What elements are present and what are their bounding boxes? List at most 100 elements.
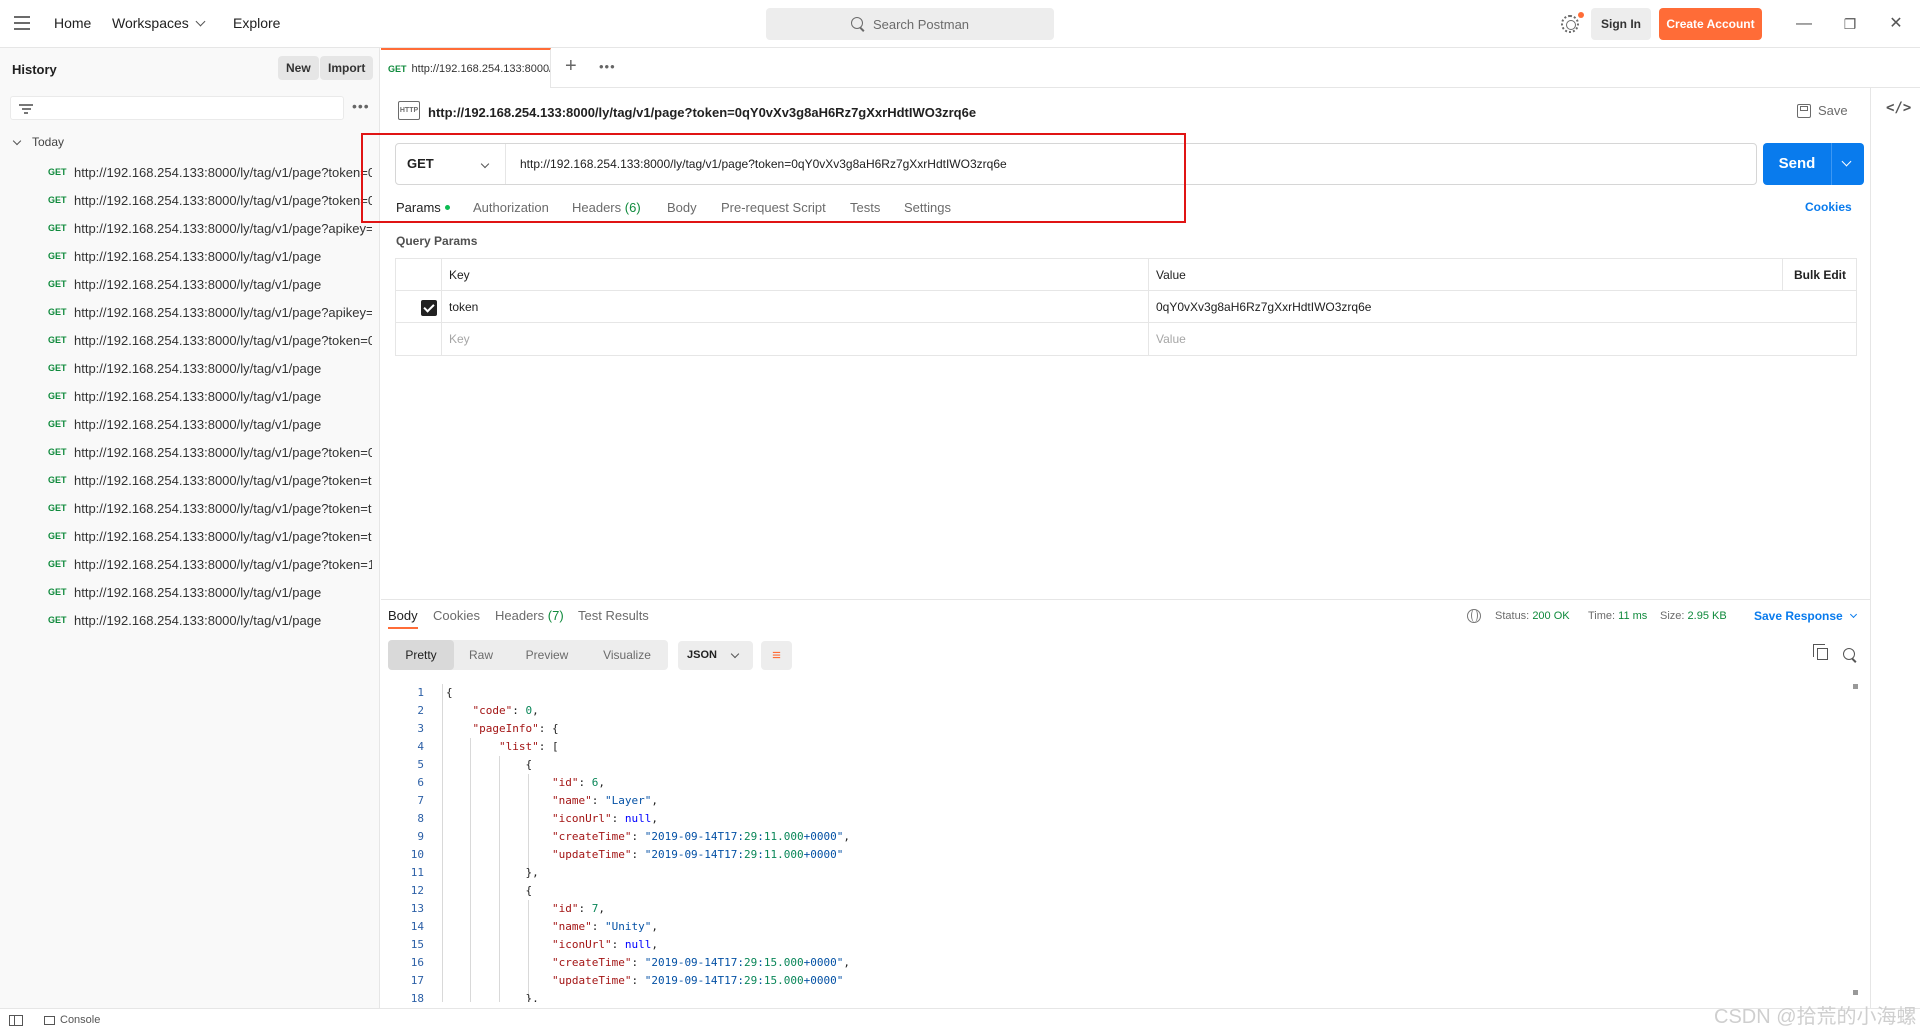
save-response-label: Save Response <box>1754 609 1843 623</box>
response-time[interactable]: Time: 11 ms <box>1588 610 1647 622</box>
history-list: GET http://192.168.254.133:8000/ly/tag/v1… <box>0 158 372 634</box>
tab-body[interactable]: Body <box>667 200 697 215</box>
save-button[interactable]: Save <box>1797 103 1848 118</box>
search-icon[interactable] <box>1843 648 1857 662</box>
send-options-chevron-icon[interactable] <box>1841 156 1852 167</box>
postman-window: Home Workspaces Explore Search Postman S… <box>0 0 1920 1032</box>
response-tab-headers[interactable]: Headers (7) <box>495 608 564 623</box>
format-visualize[interactable]: Visualize <box>586 640 668 670</box>
request-tab[interactable]: GET http://192.168.254.133:8000/ly/tag/v… <box>381 48 551 88</box>
bulk-edit-button[interactable]: Bulk Edit <box>1782 259 1846 291</box>
tab-pre-request-script[interactable]: Pre-request Script <box>721 200 826 215</box>
console-button[interactable]: Console <box>44 1014 100 1026</box>
new-tab-plus-icon[interactable]: + <box>565 55 577 78</box>
hamburger-menu-icon[interactable] <box>14 16 30 30</box>
code-text: "code": 0, <box>472 704 539 717</box>
history-item[interactable]: GET http://192.168.254.133:8000/ly/tag/v1… <box>0 214 372 242</box>
tab-authorization[interactable]: Authorization <box>473 200 549 215</box>
param-key-cell[interactable]: token <box>441 291 478 323</box>
code-text: "id": 6, <box>551 776 605 789</box>
sign-in-button[interactable]: Sign In <box>1591 8 1651 40</box>
response-divider[interactable] <box>381 599 1870 600</box>
response-body-editor[interactable]: 1{2 "code": 0, 3 "pageInfo": {4 "list": [… <box>388 684 1850 1002</box>
new-value-input[interactable]: Value <box>1148 323 1186 355</box>
code-line: 9 "createTime": "2019-09-14T17:29:11.000… <box>388 828 1850 846</box>
new-button[interactable]: New <box>278 56 319 80</box>
line-number: 16 <box>410 956 424 969</box>
editor-scrollbar[interactable] <box>1853 684 1858 996</box>
line-number: 5 <box>417 758 424 771</box>
tab-settings[interactable]: Settings <box>904 200 951 215</box>
history-item[interactable]: GET http://192.168.254.133:8000/ly/tag/v1… <box>0 550 372 578</box>
response-size[interactable]: Size: 2.95 KB <box>1660 610 1727 622</box>
close-icon[interactable]: ✕ <box>1886 14 1906 34</box>
param-value-cell[interactable]: 0qY0vXv3g8aH6Rz7gXxrHdtIWO3zrq6e <box>1148 291 1371 323</box>
save-response-button[interactable]: Save Response <box>1754 609 1857 623</box>
new-key-input[interactable]: Key <box>441 323 470 355</box>
toggle-sidebar-icon[interactable] <box>9 1015 23 1026</box>
history-item[interactable]: GET http://192.168.254.133:8000/ly/tag/v1… <box>0 326 372 354</box>
minimize-icon[interactable]: — <box>1794 14 1814 34</box>
history-item[interactable]: GET http://192.168.254.133:8000/ly/tag/v1… <box>0 354 372 382</box>
size-label: Size: <box>1660 610 1685 622</box>
notification-dot <box>1578 12 1584 18</box>
response-tab-cookies[interactable]: Cookies <box>433 608 480 623</box>
import-button[interactable]: Import <box>320 56 374 80</box>
tab-params[interactable]: Params <box>396 200 450 215</box>
method-select[interactable]: GET <box>396 144 506 184</box>
tab-more-options-icon[interactable]: ••• <box>599 59 616 74</box>
history-item[interactable]: GET http://192.168.254.133:8000/ly/tag/v1… <box>0 298 372 326</box>
code-line: 12 { <box>388 882 1850 900</box>
history-item[interactable]: GET http://192.168.254.133:8000/ly/tag/v1… <box>0 494 372 522</box>
copy-icon[interactable] <box>1813 644 1828 660</box>
response-status[interactable]: Status: 200 OK <box>1495 610 1570 622</box>
history-item[interactable]: GET http://192.168.254.133:8000/ly/tag/v1… <box>0 410 372 438</box>
cookies-link[interactable]: Cookies <box>1805 200 1852 214</box>
format-preview[interactable]: Preview <box>508 640 586 670</box>
history-item[interactable]: GET http://192.168.254.133:8000/ly/tag/v1… <box>0 382 372 410</box>
code-line: 10 "updateTime": "2019-09-14T17:29:11.00… <box>388 846 1850 864</box>
send-button[interactable]: Send <box>1763 143 1864 185</box>
nav-workspaces[interactable]: Workspaces <box>112 15 206 31</box>
history-item[interactable]: GET http://192.168.254.133:8000/ly/tag/v1… <box>0 438 372 466</box>
code-snippet-icon[interactable]: </> <box>1886 100 1911 116</box>
url-input[interactable] <box>520 144 1720 184</box>
settings-gear-icon[interactable] <box>1561 15 1579 33</box>
history-item[interactable]: GET http://192.168.254.133:8000/ly/tag/v1… <box>0 158 372 186</box>
status-value: 200 OK <box>1532 610 1570 622</box>
tab-tests[interactable]: Tests <box>850 200 880 215</box>
history-item[interactable]: GET http://192.168.254.133:8000/ly/tag/v1… <box>0 270 372 298</box>
wrap-lines-icon[interactable]: ≡ <box>761 641 792 670</box>
history-item[interactable]: GET http://192.168.254.133:8000/ly/tag/v1… <box>0 578 372 606</box>
search-postman-input[interactable]: Search Postman <box>766 8 1054 40</box>
code-line: 11 }, <box>388 864 1850 882</box>
response-tab-headers-label: Headers <box>495 608 545 623</box>
tab-headers[interactable]: Headers (6) <box>572 200 641 215</box>
response-tab-test-results[interactable]: Test Results <box>578 608 649 623</box>
history-item-url: http://192.168.254.133:8000/ly/tag/v1/pa… <box>74 584 322 600</box>
history-item[interactable]: GET http://192.168.254.133:8000/ly/tag/v1… <box>0 466 372 494</box>
restore-icon[interactable]: ❐ <box>1840 14 1860 34</box>
request-title[interactable]: http://192.168.254.133:8000/ly/tag/v1/pa… <box>428 105 976 120</box>
nav-home[interactable]: Home <box>54 15 91 31</box>
format-pretty[interactable]: Pretty <box>388 640 454 670</box>
history-item[interactable]: GET http://192.168.254.133:8000/ly/tag/v1… <box>0 242 372 270</box>
history-item[interactable]: GET http://192.168.254.133:8000/ly/tag/v1… <box>0 606 372 634</box>
history-item-url: http://192.168.254.133:8000/ly/tag/v1/pa… <box>74 248 322 264</box>
filter-icon <box>19 104 33 114</box>
format-raw[interactable]: Raw <box>454 640 508 670</box>
history-filter-input[interactable] <box>10 96 344 120</box>
more-options-icon[interactable]: ••• <box>352 98 370 114</box>
language-select[interactable]: JSON <box>678 641 753 670</box>
response-tab-body[interactable]: Body <box>388 608 418 629</box>
history-item[interactable]: GET http://192.168.254.133:8000/ly/tag/v1… <box>0 522 372 550</box>
code-text: "updateTime": "2019-09-14T17:29:15.000+0… <box>551 974 844 987</box>
create-account-button[interactable]: Create Account <box>1659 8 1762 40</box>
globe-icon[interactable] <box>1467 609 1481 623</box>
history-group-today[interactable]: Today <box>12 135 64 149</box>
nav-explore[interactable]: Explore <box>233 15 280 31</box>
line-number: 8 <box>417 812 424 825</box>
history-item-method: GET <box>48 419 67 429</box>
history-item[interactable]: GET http://192.168.254.133:8000/ly/tag/v1… <box>0 186 372 214</box>
param-enabled-checkbox[interactable] <box>421 300 437 316</box>
